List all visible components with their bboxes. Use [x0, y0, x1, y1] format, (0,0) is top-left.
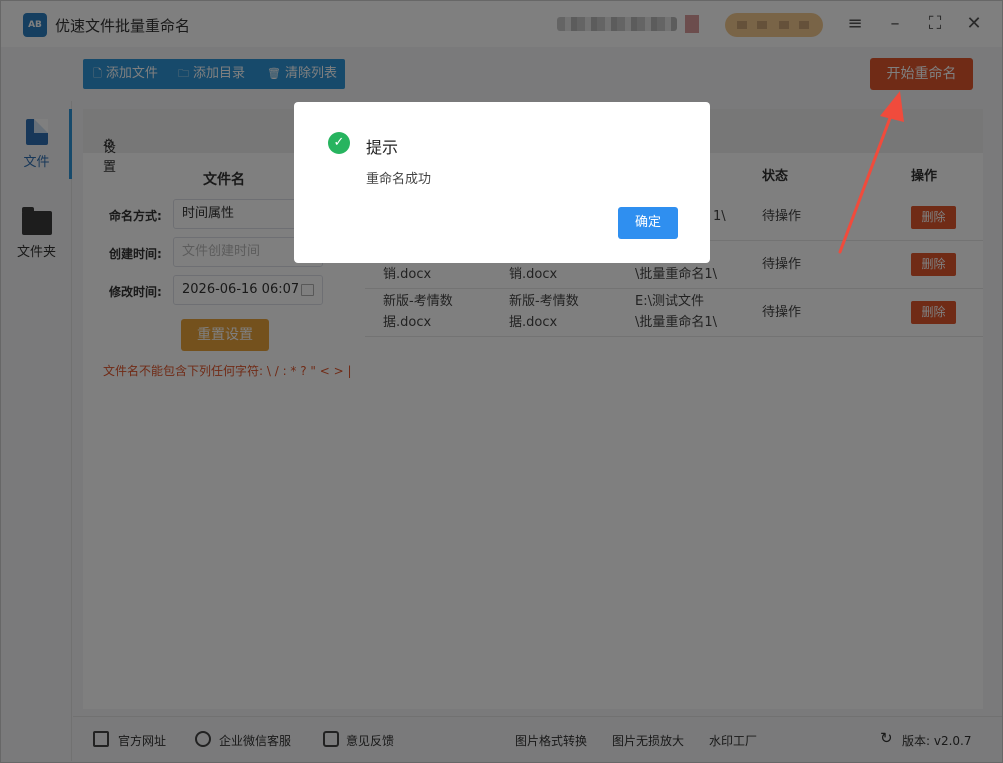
dialog-title: 提示 — [366, 138, 399, 157]
success-dialog: ✓ 提示 重命名成功 确定 — [294, 102, 710, 263]
dialog-message: 重命名成功 — [366, 172, 432, 187]
confirm-button[interactable]: 确定 — [618, 207, 678, 239]
success-check-icon: ✓ — [328, 132, 350, 154]
